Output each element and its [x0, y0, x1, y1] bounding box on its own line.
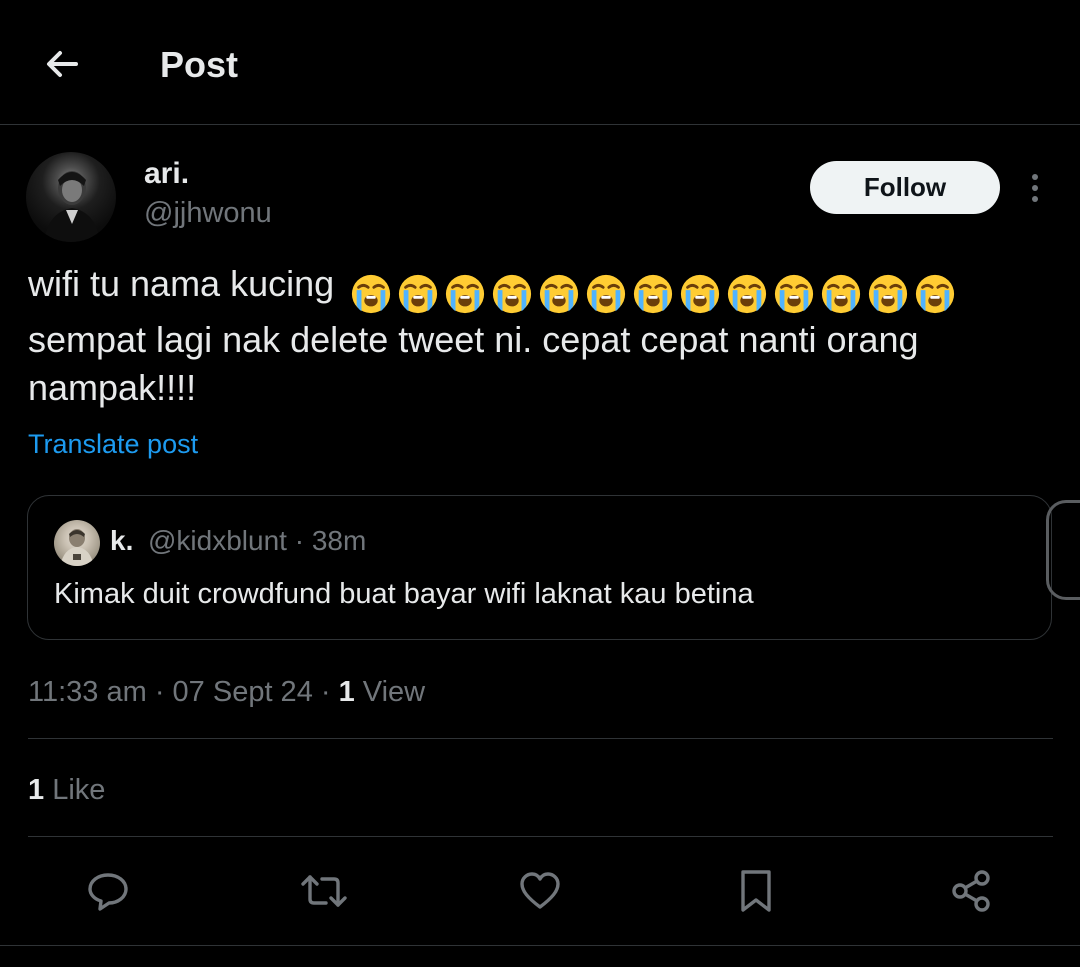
quote-avatar-photo [60, 529, 94, 566]
heart-icon [520, 872, 560, 909]
quoted-post[interactable]: k. @kidxblunt · 38m Kimak duit crowdfund… [27, 495, 1052, 640]
post-text-rest: sempat lagi nak delete tweet ni. cepat c… [28, 319, 919, 408]
share-icon [952, 870, 990, 912]
more-vertical-icon [1032, 174, 1038, 202]
arrow-left-icon [47, 51, 78, 77]
divider [28, 738, 1053, 739]
view-label: View [354, 676, 426, 708]
loudly-crying-face-emoji [493, 275, 532, 314]
loudly-crying-face-emoji [352, 275, 391, 314]
action-bar [0, 858, 1080, 928]
bookmark-icon [741, 870, 771, 912]
top-bar: Post [0, 0, 1080, 125]
post-text-first: wifi tu nama kucing [28, 263, 335, 304]
loudly-crying-face-emoji [399, 275, 438, 314]
repost-icon [301, 875, 347, 907]
avatar-photo [44, 171, 100, 242]
loudly-crying-face-emoji [681, 275, 720, 314]
loudly-crying-face-emoji [728, 275, 767, 314]
post-text: wifi tu nama kucing sempat lagi nak dele… [28, 260, 1038, 412]
loudly-crying-face-emoji [775, 275, 814, 314]
quote-author-avatar [54, 520, 100, 566]
quote-author-name: k. [110, 525, 134, 556]
more-options-button[interactable] [1020, 168, 1050, 208]
follow-button[interactable]: Follow [810, 161, 1000, 214]
share-button[interactable] [946, 866, 996, 916]
reply-icon [88, 873, 128, 911]
page-title: Post [160, 44, 239, 85]
bookmark-button[interactable] [731, 866, 781, 916]
post-meta: 11:33 am · 07 Sept 24 · 1 View [28, 674, 425, 710]
loudly-crying-face-emoji [634, 275, 673, 314]
reply-button[interactable] [83, 866, 133, 916]
quote-handle-time: @kidxblunt · 38m [148, 525, 367, 556]
loudly-crying-face-emoji [869, 275, 908, 314]
author-display-name[interactable]: ari. [144, 156, 189, 192]
loudly-crying-face-emoji [822, 275, 861, 314]
view-count: 1 [338, 676, 355, 708]
like-label: Like [44, 774, 106, 806]
back-button[interactable] [38, 40, 86, 88]
emoji-row [350, 268, 961, 316]
quote-text: Kimak duit crowdfund buat bayar wifi lak… [54, 578, 754, 610]
loudly-crying-face-emoji [587, 275, 626, 314]
loudly-crying-face-emoji [446, 275, 485, 314]
bottom-divider [0, 945, 1080, 946]
divider [28, 836, 1053, 837]
loudly-crying-face-emoji [540, 275, 579, 314]
author-handle[interactable]: @jjhwonu [144, 195, 272, 231]
author-avatar[interactable] [26, 152, 116, 242]
repost-button[interactable] [299, 866, 349, 916]
scroll-indicator [1046, 500, 1080, 600]
translate-post-link[interactable]: Translate post [28, 427, 198, 461]
like-button[interactable] [515, 866, 565, 916]
like-count: 1 [28, 774, 45, 806]
likes-count[interactable]: 1 Like [28, 772, 105, 808]
post-timestamp: 11:33 am · 07 Sept 24 · [28, 676, 339, 708]
loudly-crying-face-emoji [916, 275, 955, 314]
